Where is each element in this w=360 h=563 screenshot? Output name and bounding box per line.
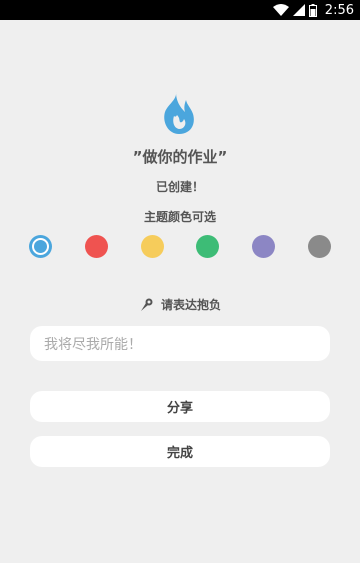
color-swatch-red[interactable] xyxy=(84,235,108,258)
color-swatch-green[interactable] xyxy=(196,235,220,258)
color-swatch-blue[interactable] xyxy=(29,235,52,258)
flame-icon xyxy=(164,92,194,134)
done-button[interactable]: 完成 xyxy=(30,436,330,467)
color-swatch-purple[interactable] xyxy=(252,235,276,258)
created-status: 已创建！ xyxy=(155,180,204,194)
color-swatch-gray[interactable] xyxy=(307,235,331,258)
aspiration-label: 请表达抱负 xyxy=(160,298,221,312)
clock-time: 2:56 xyxy=(324,2,354,18)
battery-icon xyxy=(308,3,317,17)
page-title: ”做你的作业” xyxy=(132,148,228,166)
share-button[interactable]: 分享 xyxy=(30,391,330,422)
megaphone-icon xyxy=(140,298,153,311)
color-swatch-yellow[interactable] xyxy=(140,235,164,258)
status-bar: 2:56 xyxy=(0,0,360,20)
aspiration-input[interactable]: 我将尽我所能！ xyxy=(30,326,330,361)
wifi-icon xyxy=(272,4,289,16)
theme-color-label: 主题颜色可选 xyxy=(143,210,216,224)
aspiration-header: 请表达抱负 xyxy=(0,296,360,313)
theme-color-picker xyxy=(29,235,331,259)
signal-icon xyxy=(292,4,305,16)
